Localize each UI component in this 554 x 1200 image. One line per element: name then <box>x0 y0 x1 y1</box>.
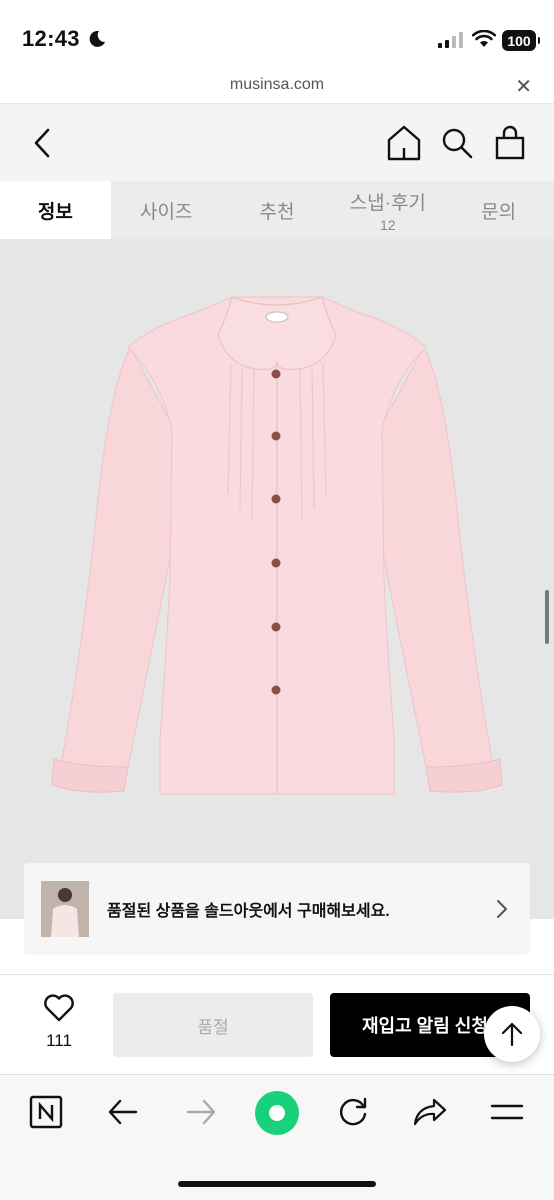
soldout-message: 품절된 상품을 솔드아웃에서 구매해보세요. <box>107 903 390 920</box>
product-image[interactable] <box>0 239 554 919</box>
arrow-up-icon <box>501 1022 523 1047</box>
close-icon[interactable]: ✕ <box>515 74 532 99</box>
home-icon[interactable] <box>386 124 422 162</box>
back-arrow-icon[interactable] <box>106 1095 140 1129</box>
tab-label: 정보 <box>37 201 73 223</box>
tab-label: 스냅·후기 <box>349 192 426 214</box>
moon-icon <box>89 30 105 47</box>
home-indicator <box>178 1181 376 1187</box>
refresh-icon[interactable] <box>336 1095 370 1129</box>
menu-icon[interactable] <box>490 1095 524 1129</box>
soldout-banner[interactable]: 품절된 상품을 솔드아웃에서 구매해보세요. <box>24 863 530 955</box>
back-icon[interactable] <box>30 124 54 162</box>
wifi-icon <box>472 30 496 47</box>
like-count: 111 <box>46 1031 72 1050</box>
divider <box>0 974 554 975</box>
scroll-indicator[interactable] <box>545 590 549 644</box>
tab-label: 문의 <box>481 201 517 223</box>
like-button[interactable]: 111 <box>22 994 96 1054</box>
search-icon[interactable] <box>440 124 474 162</box>
heart-icon <box>44 994 74 1022</box>
soldout-button[interactable]: 품절 <box>113 993 313 1057</box>
tab-recommend[interactable]: 추천 <box>222 181 333 239</box>
battery-indicator: 100 <box>502 30 540 51</box>
app-header <box>0 103 554 181</box>
share-icon[interactable] <box>412 1095 448 1129</box>
url-text[interactable]: musinsa.com <box>0 76 554 94</box>
review-count: 12 <box>380 216 396 233</box>
url-bar[interactable]: musinsa.com ✕ <box>0 72 554 102</box>
tab-label: 추천 <box>259 201 295 223</box>
naver-logo-icon[interactable] <box>29 1095 63 1129</box>
soldout-thumbnail <box>41 881 89 937</box>
tab-label: 사이즈 <box>139 201 193 223</box>
green-dot-icon[interactable] <box>254 1090 300 1136</box>
status-bar: 12:43 100 <box>0 0 554 72</box>
tab-size[interactable]: 사이즈 <box>111 181 222 239</box>
chevron-right-icon <box>497 900 507 918</box>
status-time: 12:43 <box>22 26 80 51</box>
signal-icon <box>438 32 463 48</box>
tab-info[interactable]: 정보 <box>0 181 111 239</box>
tab-snap-review[interactable]: 스냅·후기 12 <box>332 181 443 239</box>
product-tabs: 정보 사이즈 추천 스냅·후기 12 문의 <box>0 181 554 239</box>
blouse-image <box>51 296 503 795</box>
cart-icon[interactable] <box>494 124 526 162</box>
tab-inquiry[interactable]: 문의 <box>443 181 554 239</box>
scroll-to-top-button[interactable] <box>484 1006 540 1062</box>
forward-arrow-icon[interactable] <box>184 1095 218 1129</box>
